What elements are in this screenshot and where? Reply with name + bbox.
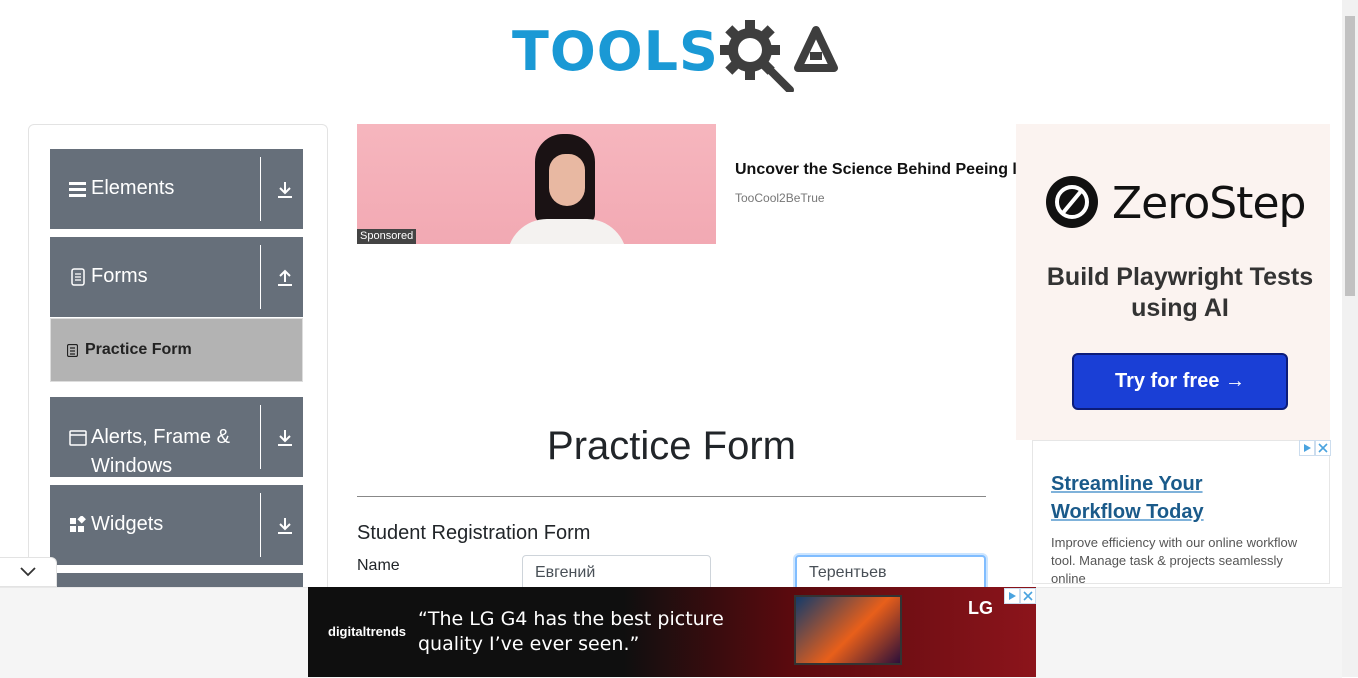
logo-text: TOOLS <box>512 20 719 83</box>
workflow-ad-title[interactable]: Streamline Your Workflow Today <box>1051 470 1291 526</box>
ad-photo-face <box>549 154 585 206</box>
sponsored-badge: Sponsored <box>357 229 417 244</box>
close-ad-icon[interactable] <box>1315 440 1331 456</box>
divider <box>260 157 261 221</box>
group-header: Elements <box>67 177 174 200</box>
divider <box>260 245 261 309</box>
sidebar-item-label: Practice Form <box>85 341 192 358</box>
ad-headline[interactable]: Uncover the Science Behind Peeing l <box>735 161 1017 179</box>
sidebar-group-forms[interactable]: Forms <box>50 237 303 317</box>
adchoices-icon[interactable] <box>1299 440 1315 456</box>
zerostep-brand: ZeroStep <box>1112 178 1306 229</box>
ad-photo-body <box>507 219 627 244</box>
upload-icon[interactable] <box>276 269 294 287</box>
window-icon <box>69 430 87 446</box>
close-ad-icon[interactable] <box>1020 588 1036 604</box>
tv-image <box>794 595 902 665</box>
logo-gear-icon <box>720 20 838 92</box>
download-icon[interactable] <box>276 181 294 199</box>
lg-logo: LG <box>968 598 993 618</box>
sidebar-group-elements[interactable]: Elements <box>50 149 303 229</box>
divider <box>260 493 261 557</box>
sidebar-group-alerts[interactable]: Alerts, Frame & Windows <box>50 397 303 477</box>
ad-image[interactable] <box>357 124 716 244</box>
chevron-down-icon <box>20 567 36 577</box>
form-title: Student Registration Form <box>357 522 591 544</box>
divider <box>260 405 261 469</box>
title-divider <box>357 496 986 497</box>
adchoices-icon[interactable] <box>1004 588 1020 604</box>
download-icon[interactable] <box>276 517 294 535</box>
form-icon <box>71 268 85 286</box>
sidebar: Elements Forms Practice Form Alerts, Fra… <box>28 124 328 595</box>
collapse-toggle[interactable] <box>0 557 57 587</box>
digitaltrends-logo: digitaltrends <box>328 624 407 639</box>
sidebar-group-widgets[interactable]: Widgets <box>50 485 303 565</box>
group-label: Widgets <box>91 513 164 535</box>
zerostep-logo-icon <box>1046 176 1098 228</box>
ad-source[interactable]: TooCool2BeTrue <box>735 191 825 205</box>
group-header: Widgets <box>67 513 163 536</box>
hamburger-icon <box>69 182 86 197</box>
group-header: Alerts, Frame & Windows <box>67 423 237 481</box>
try-for-free-button[interactable]: Try for free → <box>1072 353 1288 410</box>
first-name-input[interactable] <box>522 555 711 591</box>
group-label: Elements <box>91 177 175 199</box>
group-label: Alerts, Frame & Windows <box>91 426 230 477</box>
last-name-input[interactable] <box>795 555 986 591</box>
page-title: Practice Form <box>547 424 796 468</box>
workflow-ad-text: Improve efficiency with our online workf… <box>1051 535 1298 586</box>
lg-quote: “The LG G4 has the best picture quality … <box>418 608 724 655</box>
sidebar-item-practice-form[interactable]: Practice Form <box>50 318 303 382</box>
widgets-icon <box>70 516 86 532</box>
toolsqa-logo[interactable]: TOOLS <box>512 16 838 92</box>
download-icon[interactable] <box>276 429 294 447</box>
group-header: Forms <box>67 265 148 288</box>
scrollbar-thumb[interactable] <box>1345 16 1355 296</box>
name-label: Name <box>357 557 400 574</box>
form-item-icon <box>67 344 78 357</box>
group-label: Forms <box>91 265 148 287</box>
zerostep-tagline: Build Playwright Tests using AI <box>1046 263 1314 322</box>
